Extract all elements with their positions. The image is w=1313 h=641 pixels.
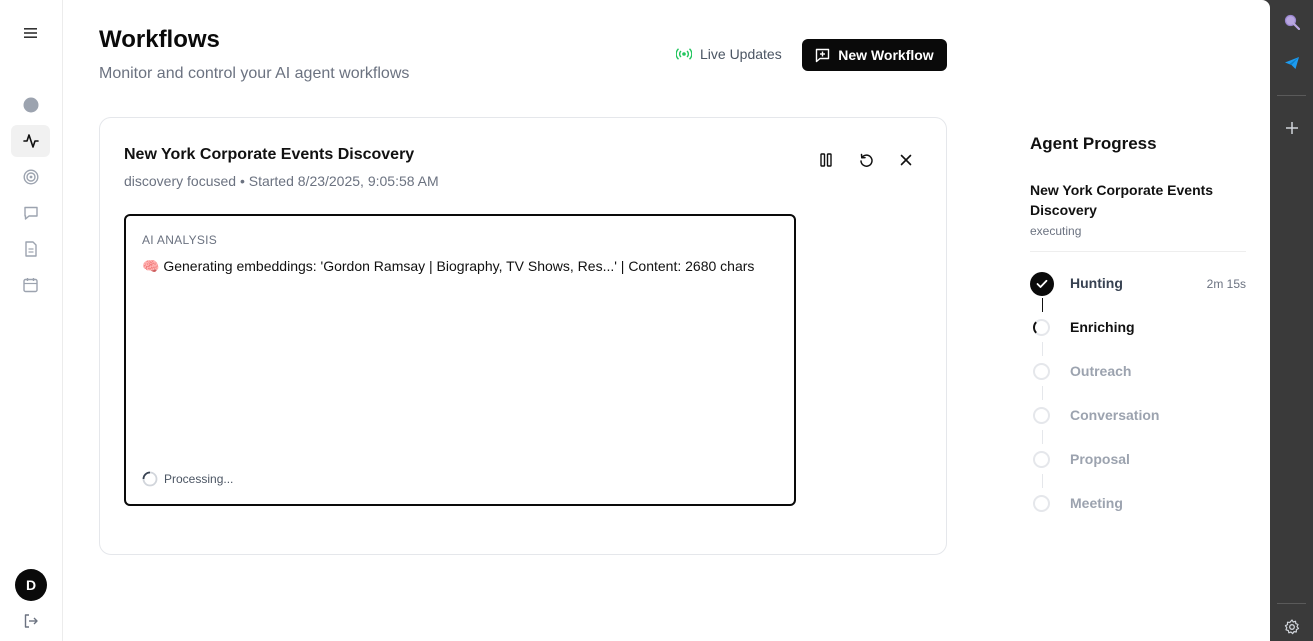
- workflow-card: New York Corporate Events Discovery disc…: [99, 117, 947, 555]
- rail-divider: [1277, 95, 1306, 96]
- divider: [1030, 251, 1246, 252]
- step-running-marker: [1033, 319, 1050, 336]
- rail-send-button[interactable]: [1280, 51, 1304, 75]
- spinner-icon: [142, 471, 158, 487]
- settings-icon: [1284, 619, 1300, 635]
- step-outreach: Outreach: [1030, 360, 1246, 384]
- activity-icon: [22, 134, 39, 148]
- page-title: Workflows: [99, 26, 220, 53]
- step-complete-marker: [1030, 272, 1054, 296]
- search-icon: [1284, 14, 1300, 30]
- close-icon: [900, 154, 912, 166]
- step-connector: [1042, 342, 1043, 356]
- step-pending-marker: [1033, 363, 1050, 380]
- step-pending-marker: [1033, 407, 1050, 424]
- step-duration: 2m 15s: [1206, 277, 1246, 291]
- ai-analysis-panel: AI ANALYSIS 🧠 Generating embeddings: 'Go…: [124, 214, 796, 506]
- step-label: Outreach: [1070, 363, 1132, 379]
- logout-icon: [24, 614, 38, 628]
- step-connector: [1042, 474, 1043, 488]
- broadcast-icon: [676, 48, 692, 60]
- pause-button[interactable]: [814, 148, 838, 172]
- sidebar: D: [0, 0, 63, 641]
- step-enriching: Enriching: [1030, 316, 1246, 340]
- avatar-initial: D: [25, 577, 37, 593]
- processing-indicator: Processing...: [142, 471, 233, 487]
- brain-icon: 🧠: [142, 258, 160, 274]
- plus-icon: [1286, 122, 1298, 134]
- rail-search-button[interactable]: [1280, 10, 1304, 34]
- agent-progress-status: executing: [1030, 224, 1082, 238]
- add-message-icon: [816, 48, 830, 62]
- workflow-meta: discovery focused • Started 8/23/2025, 9…: [124, 173, 439, 189]
- step-label: Proposal: [1070, 451, 1130, 467]
- step-hunting: Hunting 2m 15s: [1030, 272, 1246, 296]
- live-updates-label: Live Updates: [700, 46, 782, 62]
- restart-button[interactable]: [854, 148, 878, 172]
- send-icon: [1285, 57, 1299, 69]
- sidebar-item-workflows[interactable]: [11, 125, 50, 157]
- sidebar-item-documents[interactable]: [11, 233, 50, 265]
- close-button[interactable]: [894, 148, 918, 172]
- live-updates-toggle[interactable]: Live Updates: [676, 46, 782, 62]
- step-label: Enriching: [1070, 319, 1135, 335]
- agent-progress-title: Agent Progress: [1030, 134, 1157, 153]
- rail-settings-button[interactable]: [1280, 615, 1304, 639]
- step-pending-marker: [1033, 495, 1050, 512]
- document-icon: [24, 241, 37, 257]
- browser-side-rail: [1270, 0, 1313, 641]
- calendar-icon: [23, 278, 38, 293]
- check-icon: [1036, 279, 1048, 288]
- page-subtitle: Monitor and control your AI agent workfl…: [99, 65, 410, 82]
- ai-analysis-text: 🧠 Generating embeddings: 'Gordon Ramsay …: [142, 256, 772, 276]
- agent-progress-workflow-name: New York Corporate Events Discovery: [1030, 182, 1214, 218]
- step-connector: [1042, 386, 1043, 400]
- new-workflow-label: New Workflow: [838, 47, 934, 63]
- circle-icon: [23, 97, 38, 113]
- restart-icon: [859, 153, 873, 167]
- sidebar-item-targets[interactable]: [11, 161, 50, 193]
- rail-add-button[interactable]: [1280, 116, 1304, 140]
- rail-divider: [1277, 603, 1306, 604]
- message-icon: [23, 206, 38, 220]
- step-connector: [1042, 430, 1043, 444]
- new-workflow-button[interactable]: New Workflow: [802, 39, 947, 71]
- processing-label: Processing...: [164, 472, 234, 486]
- step-proposal: Proposal: [1030, 448, 1246, 472]
- step-meeting: Meeting: [1030, 492, 1246, 516]
- sidebar-item-calendar[interactable]: [11, 269, 50, 301]
- ai-analysis-label: AI ANALYSIS: [142, 233, 218, 247]
- hamburger-menu-icon: [23, 28, 37, 38]
- step-label: Conversation: [1070, 407, 1160, 423]
- step-connector: [1042, 298, 1043, 312]
- avatar[interactable]: D: [15, 569, 47, 601]
- step-conversation: Conversation: [1030, 404, 1246, 428]
- logout-button[interactable]: [11, 605, 50, 637]
- workflow-title: New York Corporate Events Discovery: [124, 146, 415, 163]
- step-pending-marker: [1033, 451, 1050, 468]
- sidebar-item-messages[interactable]: [11, 197, 50, 229]
- sidebar-item-dashboard[interactable]: [11, 89, 50, 121]
- menu-button[interactable]: [11, 17, 50, 49]
- pause-icon: [820, 153, 832, 167]
- ai-analysis-message: Generating embeddings: 'Gordon Ramsay | …: [163, 258, 755, 274]
- target-icon: [22, 169, 39, 185]
- step-label: Hunting: [1070, 275, 1123, 291]
- app-window: D Workflows Monitor and control your AI …: [0, 0, 1270, 641]
- step-label: Meeting: [1070, 495, 1123, 511]
